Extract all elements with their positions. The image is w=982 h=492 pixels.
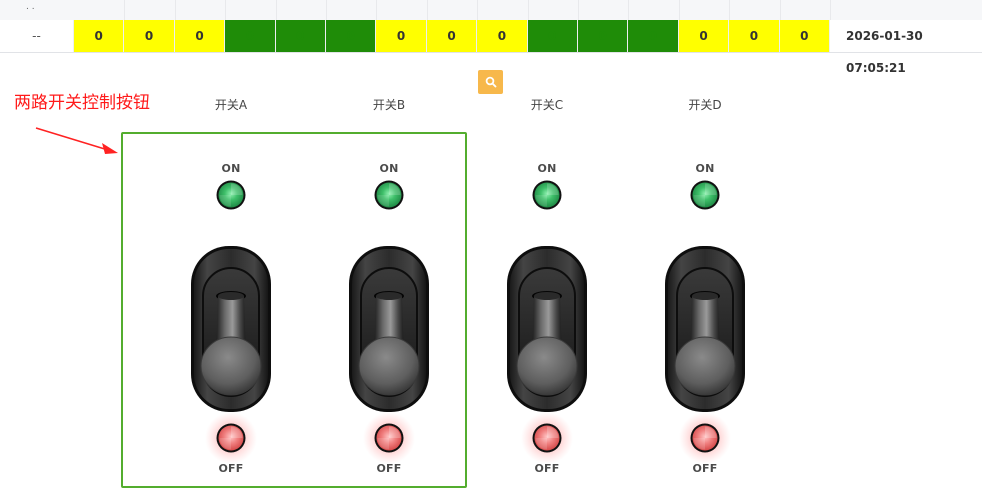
off-label: OFF — [534, 462, 560, 475]
status-cell: 0 — [678, 20, 730, 52]
header-cell — [528, 0, 579, 20]
annotation-arrow-icon — [35, 127, 118, 154]
header-cell — [225, 0, 277, 20]
on-label: ON — [379, 162, 399, 175]
status-cell: 0 — [779, 20, 830, 52]
status-cell: 0 — [376, 20, 427, 52]
status-cell: 0 — [326, 20, 377, 52]
status-cell: 0 — [527, 20, 578, 52]
off-indicator-icon — [363, 412, 415, 464]
toggle-switch[interactable] — [663, 244, 747, 414]
status-cell: 0 — [729, 20, 780, 52]
header-cell — [477, 0, 529, 20]
status-cell: 0 — [578, 20, 629, 52]
switch-title: 开关D — [688, 98, 722, 112]
off-indicator-icon — [521, 412, 573, 464]
on-indicator-icon — [532, 180, 562, 210]
off-indicator-icon — [679, 412, 731, 464]
status-cell: 0 — [426, 20, 478, 52]
header-cell — [376, 0, 428, 20]
header-cell — [628, 0, 680, 20]
status-cell: 0 — [275, 20, 326, 52]
switch-a: 开关A ON OFF — [181, 96, 281, 492]
off-label: OFF — [692, 462, 718, 475]
switch-title: 开关A — [214, 98, 248, 112]
header-cell — [427, 0, 479, 20]
on-label: ON — [695, 162, 715, 175]
switch-d: 开关D ON OFF — [655, 96, 755, 492]
header-cell — [780, 0, 831, 20]
on-label: ON — [537, 162, 557, 175]
header-cell — [276, 0, 327, 20]
toggle-switch[interactable] — [347, 244, 431, 414]
status-cell: 0 — [477, 20, 528, 52]
header-cell — [326, 0, 378, 20]
header-cell — [578, 0, 630, 20]
off-label: OFF — [218, 462, 244, 475]
toggle-switch[interactable] — [189, 244, 273, 414]
on-label: ON — [221, 162, 241, 175]
switch-title: 开关C — [530, 98, 564, 112]
off-indicator-icon — [205, 412, 257, 464]
on-indicator-icon — [216, 180, 246, 210]
switch-c: 开关C ON OFF — [497, 96, 597, 492]
status-cell: 0 — [225, 20, 276, 52]
header-cell — [729, 0, 781, 20]
search-icon — [485, 76, 496, 88]
timestamp-cell: 2026-01-30 07:05:21 — [846, 29, 923, 75]
switch-title: 开关B — [372, 98, 406, 112]
on-indicator-icon — [374, 180, 404, 210]
status-cell: 0 — [174, 20, 226, 52]
switch-b: 开关B ON OFF — [339, 96, 439, 492]
off-label: OFF — [376, 462, 402, 475]
header-cell — [679, 0, 731, 20]
toggle-switch[interactable] — [505, 244, 589, 414]
header-cell — [175, 0, 227, 20]
search-button[interactable] — [478, 70, 503, 94]
table-row[interactable]: -- 0 0 0 0 0 0 0 0 0 0 0 0 0 0 0 2026-01-30 07:05:21 — [0, 20, 982, 75]
table-header-row: . . — [0, 0, 982, 21]
on-indicator-icon — [690, 180, 720, 210]
status-cell: 0 — [628, 20, 679, 52]
